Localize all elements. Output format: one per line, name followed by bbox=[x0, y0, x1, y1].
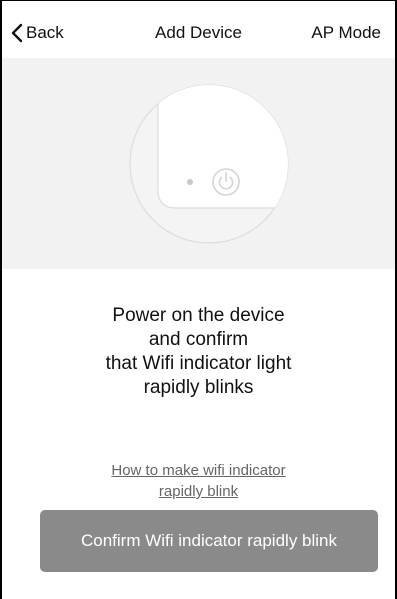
device-illustration bbox=[2, 58, 395, 269]
add-device-screen: Back Add Device AP Mode Power on the dev… bbox=[2, 1, 395, 599]
instruction-text: Power on the device and confirm that Wif… bbox=[32, 304, 365, 400]
instruction-line: rapidly blinks bbox=[143, 377, 254, 398]
wifi-indicator-dot bbox=[187, 179, 193, 185]
instruction-line: and confirm bbox=[148, 329, 249, 350]
help-link-line: rapidly blink bbox=[158, 483, 239, 500]
ap-mode-button[interactable]: AP Mode bbox=[311, 23, 381, 43]
instruction-line: Power on the device bbox=[112, 305, 285, 326]
chevron-left-icon bbox=[11, 23, 23, 43]
back-label: Back bbox=[26, 23, 64, 42]
instruction-line: that Wifi indicator light bbox=[105, 353, 292, 374]
back-button[interactable]: Back bbox=[11, 19, 64, 47]
device-body bbox=[157, 85, 288, 209]
confirm-blink-button[interactable]: Confirm Wifi indicator rapidly blink bbox=[40, 510, 378, 572]
device-illustration-graphic bbox=[129, 84, 289, 244]
navigation-bar: Back Add Device AP Mode bbox=[2, 1, 395, 58]
help-link-line: How to make wifi indicator bbox=[111, 462, 286, 479]
help-link[interactable]: How to make wifi indicator rapidly blink bbox=[62, 460, 335, 502]
